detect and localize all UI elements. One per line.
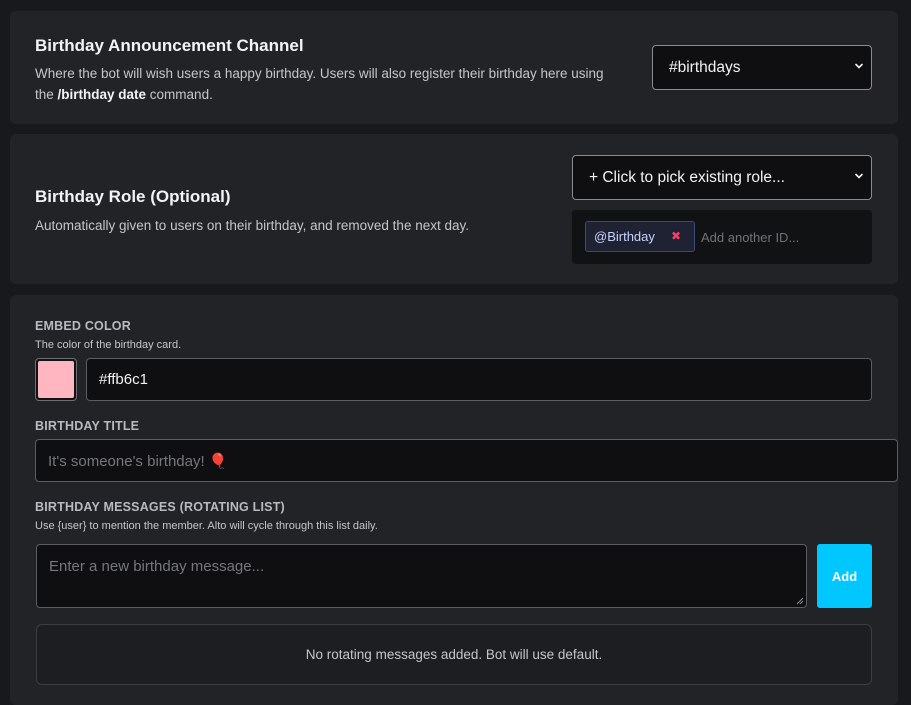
new-message-textarea[interactable]: Enter a new birthday message...: [36, 544, 807, 608]
embed-color-input[interactable]: #ffb6c1: [86, 358, 872, 401]
embed-settings-card: EMBED COLOR The color of the birthday ca…: [10, 295, 898, 705]
command-text: /birthday date: [57, 87, 147, 102]
announcement-channel-card: Birthday Announcement Channel Where the …: [10, 11, 898, 124]
birthday-role-card: Birthday Role (Optional) Automatically g…: [10, 134, 898, 284]
role-picker-select[interactable]: + Click to pick existing role...: [572, 155, 872, 200]
channel-select-value: #birthdays: [669, 58, 741, 76]
chevron-down-icon: [855, 173, 863, 179]
role-pill: @Birthday ✖: [585, 221, 695, 252]
new-message-placeholder: Enter a new birthday message...: [49, 558, 265, 575]
birthday-title-input[interactable]: It's someone's birthday! 🎈: [35, 439, 898, 482]
empty-state-text: No rotating messages added. Bot will use…: [305, 647, 603, 662]
resize-grip-icon[interactable]: [796, 597, 804, 605]
messages-empty-state: No rotating messages added. Bot will use…: [36, 624, 872, 685]
embed-color-value: #ffb6c1: [99, 371, 148, 388]
birthday-role-title: Birthday Role (Optional): [35, 187, 231, 206]
birthday-title-placeholder: It's someone's birthday! 🎈: [48, 452, 228, 470]
channel-select[interactable]: #birthdays: [652, 45, 872, 90]
role-pill-label: @Birthday: [594, 229, 655, 244]
birthday-role-description: Automatically given to users on their bi…: [35, 218, 469, 233]
announcement-channel-title: Birthday Announcement Channel: [35, 36, 304, 55]
add-message-button[interactable]: Add: [817, 544, 872, 608]
color-swatch[interactable]: [35, 358, 77, 401]
role-picker-label: + Click to pick existing role...: [589, 168, 785, 186]
description-text-end: command.: [146, 87, 213, 102]
announcement-channel-description: Where the bot will wish users a happy bi…: [35, 63, 625, 105]
embed-color-description: The color of the birthday card.: [35, 339, 182, 351]
role-tag-input[interactable]: @Birthday ✖ Add another ID...: [572, 210, 872, 264]
birthday-messages-description: Use {user} to mention the member. Alto w…: [35, 520, 378, 532]
embed-color-label: EMBED COLOR: [35, 319, 131, 333]
role-id-input[interactable]: Add another ID...: [701, 230, 799, 245]
chevron-down-icon: [855, 63, 863, 69]
birthday-title-label: BIRTHDAY TITLE: [35, 419, 140, 433]
birthday-messages-label: BIRTHDAY MESSAGES (ROTATING LIST): [35, 500, 285, 514]
color-swatch-fill: [38, 361, 74, 398]
close-icon[interactable]: ✖: [671, 229, 681, 243]
